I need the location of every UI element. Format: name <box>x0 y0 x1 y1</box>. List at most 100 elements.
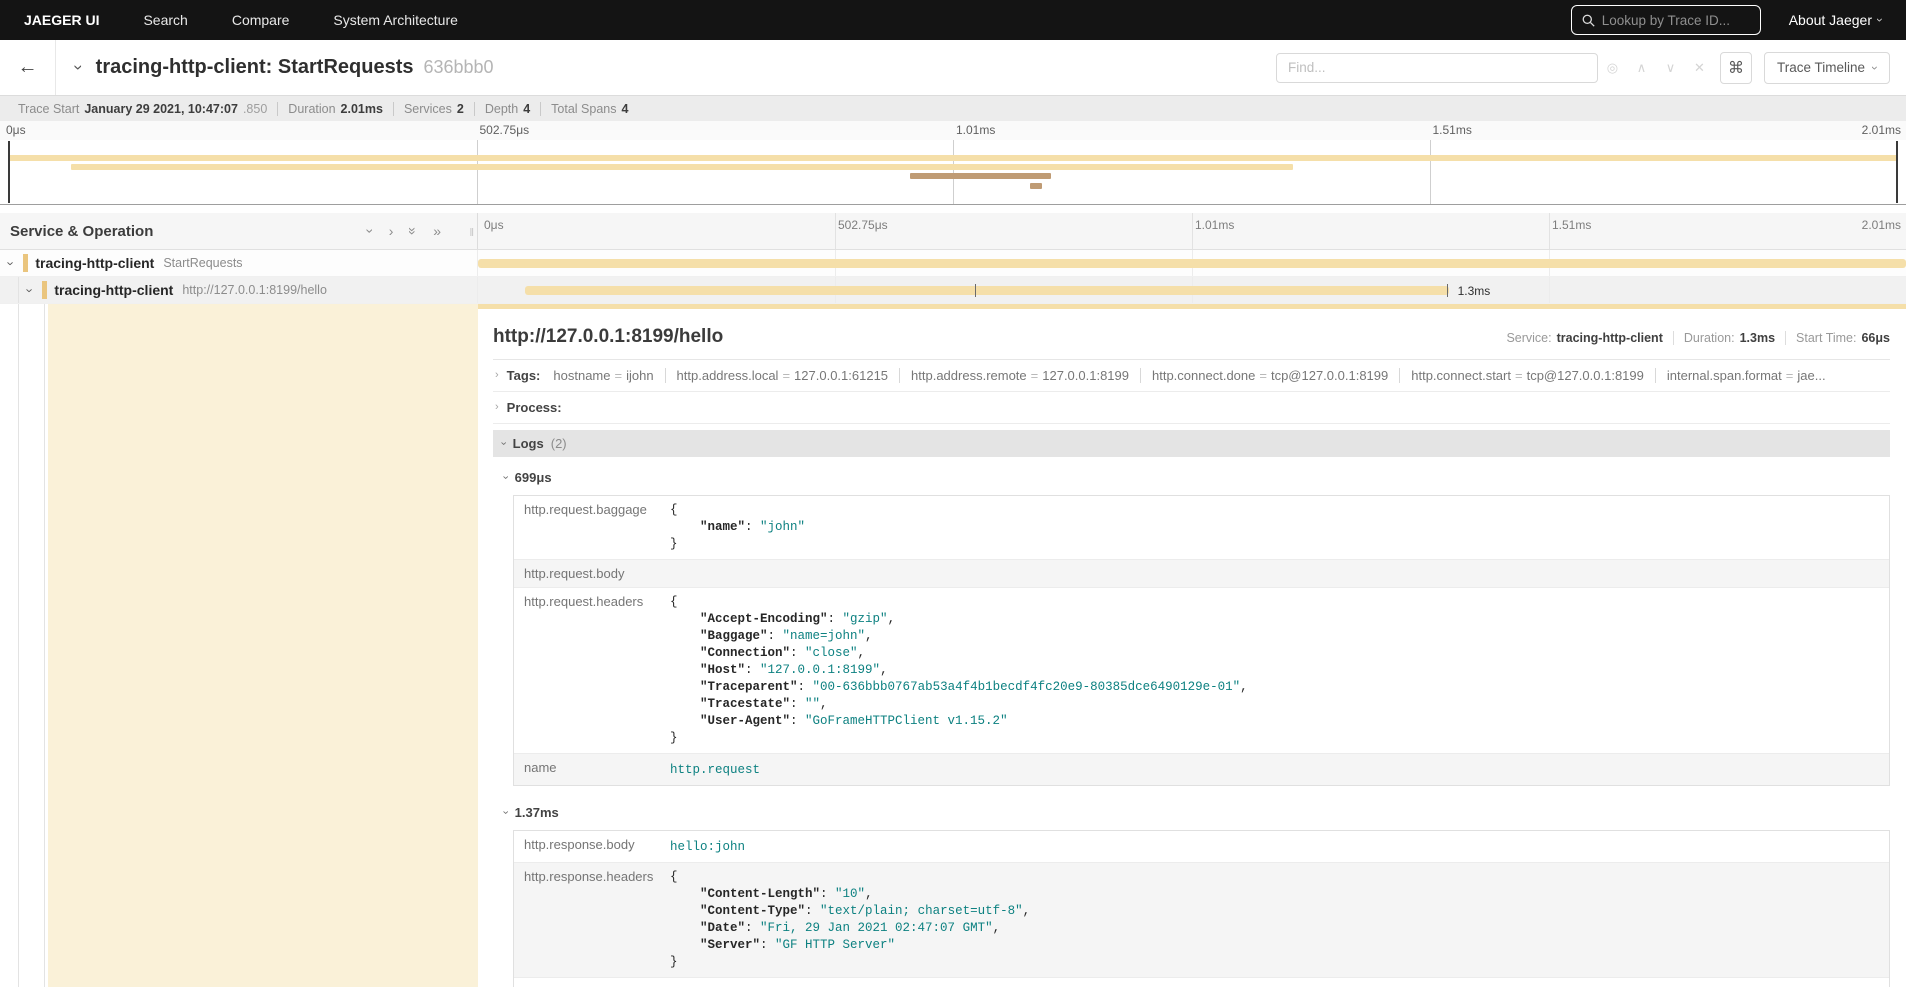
clear-find-icon[interactable]: ✕ <box>1685 60 1714 76</box>
minimap-scrubber-left[interactable] <box>8 141 10 203</box>
minimap-tick: 1.51ms <box>1433 123 1472 137</box>
next-match-icon[interactable]: ∨ <box>1656 60 1685 76</box>
span-duration-bar[interactable] <box>478 259 1906 268</box>
service-color-swatch <box>42 281 47 299</box>
lookup-placeholder: Lookup by Trace ID... <box>1602 13 1730 28</box>
timeline-tick: 502.75μs <box>838 218 888 232</box>
stat-label: Duration <box>288 102 335 116</box>
log-timestamp-row[interactable]: › 1.37ms <box>503 805 1890 820</box>
stat-duration: Duration 2.01ms <box>277 102 393 116</box>
process-label: Process: <box>507 400 562 415</box>
span-name-cell[interactable]: › tracing-http-client StartRequests <box>0 250 478 276</box>
tags-label: Tags: <box>507 368 541 383</box>
tag-key: http.address.local <box>677 368 779 383</box>
lookup-trace-id-input[interactable]: Lookup by Trace ID... <box>1571 5 1761 35</box>
timeline-tick: 2.01ms <box>1862 218 1901 232</box>
meta-label: Service: <box>1506 331 1551 345</box>
stat-depth: Depth 4 <box>474 102 540 116</box>
meta-service: Service: tracing-http-client <box>1496 331 1672 345</box>
tag-key: internal.span.format <box>1667 368 1782 383</box>
service-name: tracing-http-client <box>35 255 154 271</box>
minimap-tick: 2.01ms <box>1862 123 1901 137</box>
equals-sign: = <box>1027 368 1043 383</box>
span-bar-cell[interactable]: 1.3ms <box>478 277 1906 303</box>
timeline-gridline <box>1549 277 1550 303</box>
span-bar-cell[interactable] <box>478 250 1906 276</box>
chevron-down-icon: › <box>499 811 510 815</box>
kv-key: name <box>514 754 664 785</box>
meta-label: Duration: <box>1684 331 1735 345</box>
table-row: http.request.body <box>514 559 1889 587</box>
table-row: name http.response <box>514 977 1889 987</box>
nav-item-search[interactable]: Search <box>143 12 187 28</box>
equals-sign: = <box>778 368 794 383</box>
focus-match-icon[interactable]: ◎ <box>1598 60 1627 76</box>
operation-name: StartRequests <box>163 256 242 270</box>
span-name-cell[interactable]: › tracing-http-client http://127.0.0.1:8… <box>0 277 478 303</box>
find-placeholder: Find... <box>1288 60 1326 75</box>
span-row-child[interactable]: › tracing-http-client http://127.0.0.1:8… <box>0 277 1906 304</box>
span-log-marker[interactable] <box>975 284 976 297</box>
chevron-right-icon: › <box>495 402 499 413</box>
tag-pill: http.connect.start=tcp@127.0.0.1:8199 <box>1399 368 1655 383</box>
table-row: name http.request <box>514 753 1889 785</box>
stat-label: Total Spans <box>551 102 616 116</box>
column-resizer-handle[interactable]: ‖ <box>469 227 475 239</box>
tag-value: ijohn <box>626 368 653 383</box>
service-name: tracing-http-client <box>54 282 173 298</box>
minimap-scrubber-right[interactable] <box>1896 141 1898 203</box>
minimap-tick: 0μs <box>6 123 26 137</box>
log-entry: › 1.37ms http.response.body hello:john h… <box>503 805 1890 987</box>
trace-view-select[interactable]: Trace Timeline › <box>1764 52 1890 84</box>
expand-one-icon[interactable]: » <box>433 224 441 238</box>
tag-key: http.address.remote <box>911 368 1027 383</box>
logs-accordion[interactable]: › Logs (2) <box>493 430 1890 457</box>
span-collapse-chevron-icon[interactable]: › <box>5 261 18 265</box>
span-log-marker[interactable] <box>1447 284 1448 297</box>
tags-accordion[interactable]: › Tags: hostname=ijohn http.address.loca… <box>493 360 1890 392</box>
app-logo[interactable]: JAEGER UI <box>24 12 99 28</box>
meta-label: Start Time: <box>1796 331 1856 345</box>
equals-sign: = <box>1255 368 1271 383</box>
expand-all-icon[interactable]: » <box>406 227 420 235</box>
minimap-span-bar <box>910 173 1052 179</box>
process-accordion[interactable]: › Process: <box>493 392 1890 424</box>
timeline-gridline <box>1549 213 1550 249</box>
kv-value <box>664 560 1889 587</box>
stat-value: January 29 2021, 10:47:07 <box>84 102 238 116</box>
span-duration-bar[interactable] <box>525 286 1449 295</box>
prev-match-icon[interactable]: ∧ <box>1627 60 1656 76</box>
stat-value: 4 <box>621 102 628 116</box>
chevron-down-icon: › <box>499 476 510 480</box>
nav-item-system-architecture[interactable]: System Architecture <box>333 12 458 28</box>
kv-key: http.response.body <box>514 831 664 862</box>
span-row-root[interactable]: › tracing-http-client StartRequests <box>0 250 1906 277</box>
span-detail-panel: http://127.0.0.1:8199/hello Service: tra… <box>478 304 1906 987</box>
tag-value: tcp@127.0.0.1:8199 <box>1271 368 1388 383</box>
collapse-one-icon[interactable]: › <box>389 224 394 238</box>
keyboard-shortcuts-button[interactable]: ⌘ <box>1720 52 1752 84</box>
equals-sign: = <box>610 368 626 383</box>
log-timestamp-row[interactable]: › 699μs <box>503 470 1890 485</box>
kv-key: http.request.headers <box>514 588 664 753</box>
log-entry: › 699μs http.request.baggage {"name": "j… <box>503 470 1890 786</box>
trace-minimap[interactable]: 0μs 502.75μs 1.01ms 1.51ms 2.01ms <box>0 121 1906 205</box>
timeline-ticks-header: 0μs 502.75μs 1.01ms 1.51ms 2.01ms <box>478 213 1906 249</box>
logs-label: Logs <box>513 436 544 451</box>
minimap-canvas[interactable] <box>0 140 1906 204</box>
find-input[interactable]: Find... <box>1276 53 1598 83</box>
equals-sign: = <box>1511 368 1527 383</box>
stat-label: Services <box>404 102 452 116</box>
trace-collapse-chevron-icon[interactable]: › <box>70 65 87 71</box>
trace-id-short: 636bbb0 <box>423 57 493 78</box>
stat-label: Depth <box>485 102 518 116</box>
back-button[interactable]: ← <box>0 40 56 95</box>
nav-item-compare[interactable]: Compare <box>232 12 290 28</box>
span-detail-meta: Service: tracing-http-client Duration: 1… <box>1496 331 1890 345</box>
minimap-tick-labels: 0μs 502.75μs 1.01ms 1.51ms 2.01ms <box>0 121 1906 140</box>
span-detail-accent-column <box>0 304 478 987</box>
span-collapse-chevron-icon[interactable]: › <box>24 288 37 292</box>
about-jaeger-menu[interactable]: About Jaeger › <box>1789 12 1882 28</box>
collapse-all-icon[interactable]: › <box>363 229 377 234</box>
trace-header: ← › tracing-http-client: StartRequests 6… <box>0 40 1906 95</box>
